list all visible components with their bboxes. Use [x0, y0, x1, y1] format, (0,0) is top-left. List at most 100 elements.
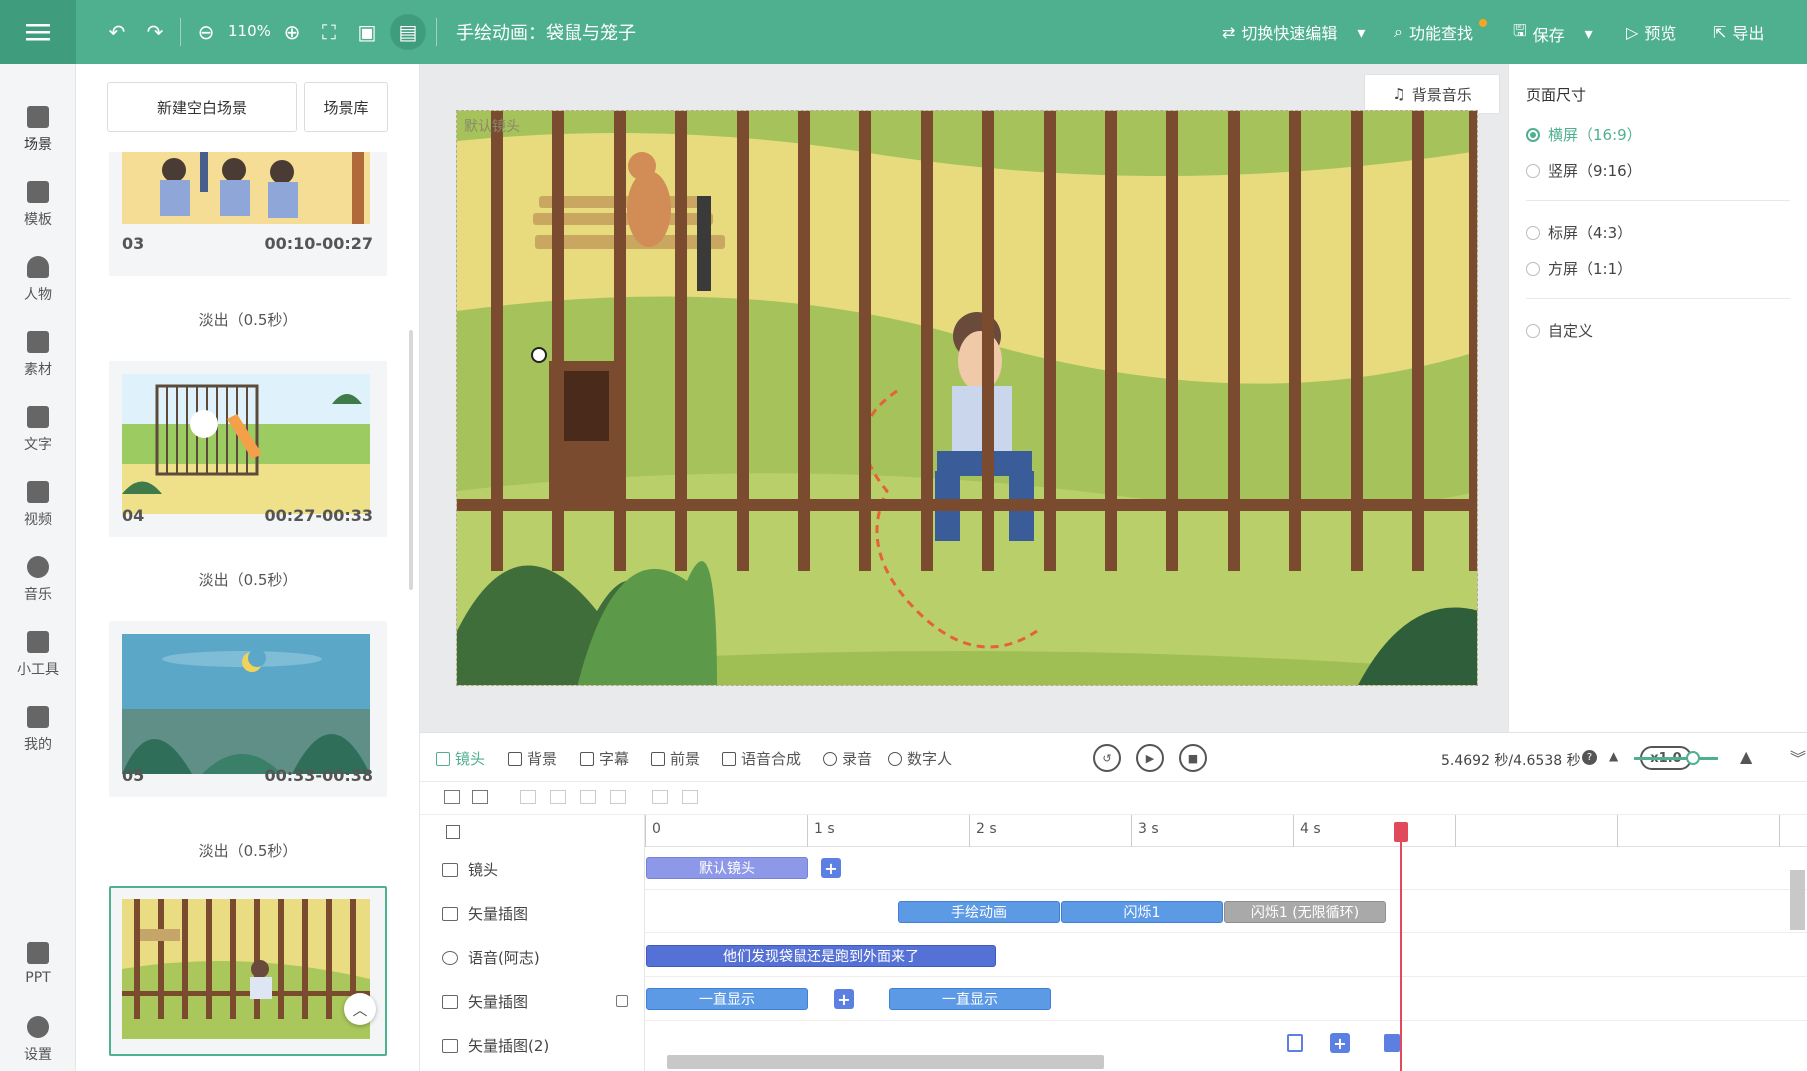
- scene-library-button[interactable]: 场景库: [304, 82, 388, 132]
- filter-icon[interactable]: [444, 790, 460, 804]
- ruler-label: 0: [652, 821, 661, 837]
- nav-toolbox[interactable]: 小工具: [0, 631, 76, 679]
- tab-foreground[interactable]: 前景: [651, 748, 700, 769]
- radio-landscape[interactable]: 横屏（16:9）: [1526, 124, 1642, 145]
- actual-size-icon[interactable]: ▣: [353, 18, 381, 46]
- ruler-tick: [1131, 815, 1132, 847]
- clip-voice[interactable]: 他们发现袋鼠还是跑到外面来了: [646, 945, 996, 967]
- track-camera[interactable]: 镜头: [442, 859, 498, 880]
- copy-icon[interactable]: [1287, 1034, 1303, 1052]
- transition-label[interactable]: 淡出（0.5秒）: [109, 309, 387, 330]
- nav-label: 场景: [24, 137, 52, 153]
- save-button[interactable]: 🖫 保存 ▾: [1513, 20, 1593, 47]
- chevron-down-icon[interactable]: ▾: [1357, 23, 1365, 42]
- image-icon: [442, 994, 458, 1009]
- nav-video[interactable]: 视频: [0, 481, 76, 529]
- find-button[interactable]: ⌕ 功能查找: [1394, 19, 1487, 44]
- distribute-icon: [610, 790, 626, 804]
- row-divider: [645, 1020, 1807, 1021]
- track-vector-1[interactable]: 矢量插图: [442, 903, 528, 924]
- export-label: 导出: [1732, 24, 1765, 43]
- group-icon[interactable]: [472, 790, 488, 804]
- stage-canvas[interactable]: [456, 110, 1478, 686]
- track-vector-2[interactable]: 矢量插图: [442, 991, 528, 1012]
- export-button[interactable]: ⇱ 导出: [1713, 20, 1764, 44]
- clip-vector[interactable]: 一直显示: [646, 988, 808, 1010]
- clip-vector[interactable]: 闪烁1: [1061, 901, 1223, 923]
- nav-ppt[interactable]: PPT: [0, 942, 76, 986]
- fit-screen-icon[interactable]: ⛶: [315, 18, 343, 46]
- playhead[interactable]: [1400, 822, 1402, 1071]
- material-icon: [27, 331, 49, 353]
- collapse-icon[interactable]: ︾: [1790, 745, 1806, 769]
- stop-button[interactable]: ■: [1179, 744, 1207, 772]
- add-camera-button[interactable]: +: [821, 858, 841, 878]
- transition-label[interactable]: 淡出（0.5秒）: [109, 569, 387, 590]
- new-blank-scene-button[interactable]: 新建空白场景: [107, 82, 297, 132]
- minus-icon[interactable]: [1384, 1034, 1400, 1052]
- zoom-out-icon[interactable]: ⊖: [192, 18, 220, 46]
- nav-scene[interactable]: 场景: [0, 106, 76, 154]
- replay-button[interactable]: ↺: [1093, 744, 1121, 772]
- timeline-zoom-slider[interactable]: [1634, 757, 1718, 760]
- track-voice[interactable]: 语音(阿志): [442, 947, 540, 968]
- playhead-handle[interactable]: [1394, 822, 1408, 842]
- add-clip-button[interactable]: +: [1330, 1033, 1350, 1053]
- project-title[interactable]: 手绘动画：袋鼠与笼子: [456, 19, 636, 45]
- tab-subtitle[interactable]: 字幕: [580, 748, 629, 769]
- foreground-icon: [651, 751, 665, 766]
- nav-template[interactable]: 模板: [0, 181, 76, 229]
- chevron-down-icon[interactable]: ▾: [1585, 24, 1593, 43]
- music-note-icon: ♫: [1392, 85, 1406, 103]
- scroll-up-button[interactable]: ︿: [344, 993, 376, 1025]
- nav-text[interactable]: 文字: [0, 406, 76, 454]
- clip-vector[interactable]: 一直显示: [889, 988, 1051, 1010]
- preview-button[interactable]: ▷ 预览: [1626, 20, 1676, 44]
- add-clip-button[interactable]: +: [834, 989, 854, 1009]
- tab-record[interactable]: 录音: [823, 748, 872, 769]
- scene-scrollbar[interactable]: [409, 330, 413, 590]
- background-music-button[interactable]: ♫ 背景音乐: [1364, 74, 1500, 114]
- scene-card-current[interactable]: ︿: [109, 886, 387, 1056]
- switch-edit-button[interactable]: ⇄ 切换快速编辑 ▾: [1222, 20, 1365, 44]
- undo-icon[interactable]: ↶: [103, 18, 131, 46]
- transition-label[interactable]: 淡出（0.5秒）: [109, 840, 387, 861]
- tab-background[interactable]: 背景: [508, 748, 557, 769]
- radio-custom[interactable]: 自定义: [1526, 320, 1593, 341]
- keyboard-icon[interactable]: ▤: [390, 14, 426, 50]
- radio-standard[interactable]: 标屏（4:3）: [1526, 222, 1632, 243]
- bgm-label: 背景音乐: [1411, 85, 1472, 104]
- nav-music[interactable]: 音乐: [0, 556, 76, 604]
- timeline-hscrollbar[interactable]: [667, 1055, 1104, 1069]
- redo-icon[interactable]: ↷: [141, 18, 169, 46]
- ppt-icon: [27, 942, 49, 964]
- nav-material[interactable]: 素材: [0, 331, 76, 379]
- scene-icon: [27, 106, 49, 128]
- timeline-vscrollbar[interactable]: [1790, 870, 1805, 930]
- tab-tts[interactable]: 语音合成: [722, 748, 801, 769]
- zoom-out-timeline-icon[interactable]: ▲: [1609, 749, 1618, 763]
- scene-card-05[interactable]: 05 00:33-00:38: [109, 621, 387, 797]
- slider-handle[interactable]: [1686, 751, 1700, 765]
- radio-square[interactable]: 方屏（1:1）: [1526, 258, 1632, 279]
- tab-camera[interactable]: 镜头: [436, 748, 485, 769]
- clip-vector[interactable]: 手绘动画: [898, 901, 1060, 923]
- nav-label: PPT: [25, 970, 51, 986]
- track-vector-3[interactable]: 矢量插图(2): [442, 1035, 549, 1056]
- lock-icon[interactable]: [616, 995, 628, 1007]
- zoom-in-timeline-icon[interactable]: ▲: [1740, 747, 1752, 766]
- nav-mine[interactable]: 我的: [0, 706, 76, 754]
- menu-button[interactable]: [0, 0, 76, 64]
- clip-camera[interactable]: 默认镜头: [646, 857, 808, 879]
- zoom-in-icon[interactable]: ⊕: [278, 18, 306, 46]
- play-button[interactable]: ▶: [1136, 744, 1164, 772]
- divider: [180, 18, 181, 46]
- scene-card-04[interactable]: 04 00:27-00:33: [109, 361, 387, 537]
- scene-card-03[interactable]: 03 00:10-00:27: [109, 152, 387, 276]
- help-icon[interactable]: ?: [1582, 750, 1597, 765]
- nav-person[interactable]: 人物: [0, 256, 76, 304]
- clip-vector-loop[interactable]: 闪烁1 (无限循环): [1224, 901, 1386, 923]
- tab-digital-human[interactable]: 数字人: [888, 748, 952, 769]
- nav-settings[interactable]: 设置: [0, 1016, 76, 1064]
- radio-portrait[interactable]: 竖屏（9:16）: [1526, 160, 1642, 181]
